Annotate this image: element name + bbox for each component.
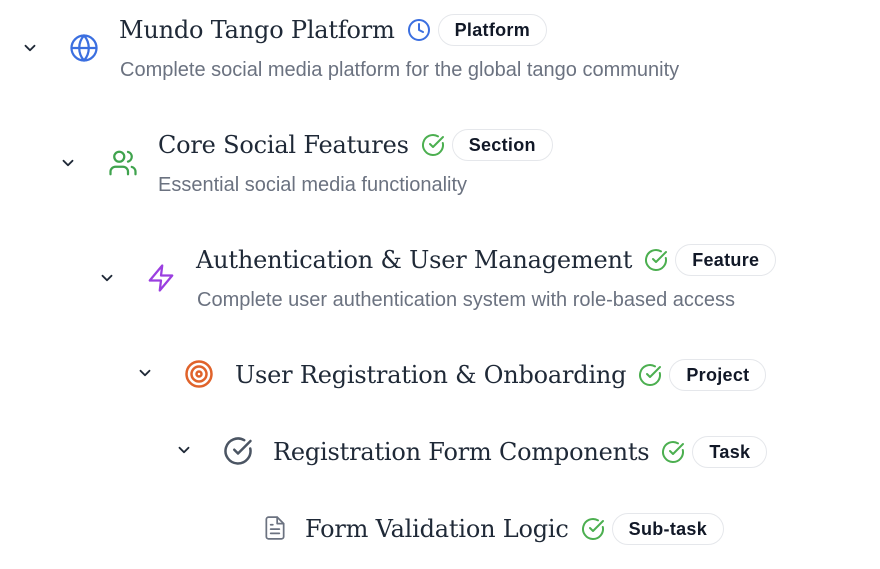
item-title[interactable]: Form Validation Logic [305,515,569,543]
tree-item-feature[interactable]: Authentication & User Management Feature… [0,240,880,311]
tree-item-platform[interactable]: Mundo Tango Platform Platform Complete s… [0,10,880,81]
item-title[interactable]: Core Social Features [158,131,409,159]
item-title[interactable]: Authentication & User Management [196,246,632,274]
chevron-down-icon[interactable] [133,361,157,385]
chevron-down-icon[interactable] [18,36,42,60]
globe-icon [67,31,101,65]
type-badge: Platform [437,14,548,46]
clock-icon [407,18,431,42]
check-circle-icon [661,440,685,464]
tree-item-section[interactable]: Core Social Features Section Essential s… [0,125,880,196]
item-description: Complete user authentication system with… [197,289,736,311]
tree-item-project[interactable]: User Registration & Onboarding Project [0,355,880,415]
item-description: Complete social media platform for the g… [120,59,680,81]
zap-icon [144,261,178,295]
type-badge: Sub-task [611,513,725,545]
item-description: Essential social media functionality [158,174,468,196]
item-title[interactable]: Mundo Tango Platform [119,16,395,44]
tree-item-subtask[interactable]: Form Validation Logic Sub-task [0,509,880,569]
type-badge: Section [451,129,553,161]
target-icon [182,357,216,391]
users-icon [106,146,140,180]
tree-item-task[interactable]: Registration Form Components Task [0,432,880,492]
item-title[interactable]: Registration Form Components [273,438,650,466]
check-circle-icon [581,517,605,541]
check-circle-icon [421,133,445,157]
type-badge: Feature [675,244,777,276]
file-text-icon [258,511,292,545]
chevron-down-icon[interactable] [95,266,119,290]
chevron-down-icon[interactable] [172,438,196,462]
check-circle-icon [221,434,255,468]
type-badge: Task [692,436,768,468]
type-badge: Project [669,359,767,391]
check-circle-icon [644,248,668,272]
chevron-down-icon[interactable] [56,151,80,175]
item-title[interactable]: User Registration & Onboarding [235,361,627,389]
check-circle-icon [638,363,662,387]
